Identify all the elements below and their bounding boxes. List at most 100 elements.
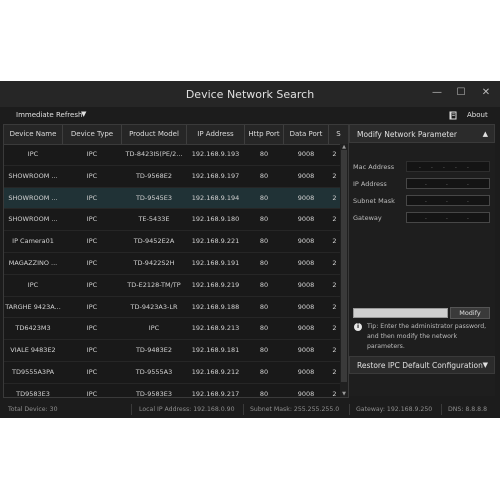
cell-ip-address: 192.168.9.212 xyxy=(191,367,240,376)
cell-ip-address: 192.168.9.221 xyxy=(191,237,240,246)
book-icon[interactable] xyxy=(449,111,457,120)
expand-icon[interactable]: ▼ xyxy=(483,361,488,369)
cell-data-port: 9008 xyxy=(297,258,315,267)
dns-status: DNS: 8.8.8.8 xyxy=(448,406,488,413)
table-row[interactable]: TD9555A3PA IPC TD-9555A3 192.168.9.212 80 900… xyxy=(4,362,340,384)
maximize-button[interactable]: ☐ xyxy=(449,81,473,105)
subnet-mask-label: Subnet Mask xyxy=(353,197,395,205)
column-header-product-model[interactable]: Product Model xyxy=(122,125,187,144)
cell-device-type: IPC xyxy=(86,150,98,158)
mac-address-label: Mac Address xyxy=(353,163,395,171)
modify-network-header[interactable]: Modify Network Parameter ▲ xyxy=(349,124,495,143)
cell-device-name: IP Camera01 xyxy=(12,237,54,246)
close-button[interactable]: ✕ xyxy=(474,81,498,105)
cell-device-name: SHOWROOM ... xyxy=(8,215,58,224)
cell-ip-address: 192.168.9.180 xyxy=(191,215,240,224)
cell-data-port: 9008 xyxy=(297,193,315,202)
table-row[interactable]: IPC IPC TD-8423IS(PE/2... 192.168.9.193 80 90… xyxy=(4,144,340,166)
gateway-field[interactable]: . . . xyxy=(406,212,490,223)
table-row[interactable]: TD6423M3 IPC IPC 192.168.9.213 80 9008 2 xyxy=(4,318,340,341)
status-divider xyxy=(349,404,350,415)
immediate-refresh-button[interactable]: Immediate Refresh xyxy=(16,111,82,119)
cell-device-type: IPC xyxy=(86,237,98,246)
mac-address-field: . . . . . xyxy=(406,161,490,172)
device-table: Device Name Device Type Product Model IP… xyxy=(3,124,349,398)
table-row[interactable]: IPC IPC TD-E2128-TM/TP 192.168.9.219 80 9008 2 xyxy=(4,275,340,297)
cell-data-port: 9008 xyxy=(297,280,315,289)
cell-ip-address: 192.168.9.197 xyxy=(191,171,240,180)
restore-default-header[interactable]: Restore IPC Default Configuration ▼ xyxy=(349,356,495,374)
cell-device-name: VIALE 9483E2 xyxy=(10,346,56,355)
cell-device-name: IPC xyxy=(27,150,39,158)
minimize-button[interactable]: — xyxy=(425,81,449,105)
collapse-icon[interactable]: ▲ xyxy=(483,130,488,138)
table-row[interactable]: SHOWROOM ... IPC TD-9568E2 192.168.9.197 80 9… xyxy=(4,166,340,188)
cell-device-name: TD9583E3 xyxy=(16,389,50,398)
cell-ip-address: 192.168.9.188 xyxy=(191,302,240,311)
cell-data-port: 9008 xyxy=(297,346,315,355)
cell-data-port: 9008 xyxy=(297,324,315,333)
subnet-mask-status: Subnet Mask: 255.255.255.0 xyxy=(250,406,340,413)
column-header-device-name[interactable]: Device Name xyxy=(4,125,63,144)
cell-http-port: 80 xyxy=(259,237,269,246)
cell-s: 2 xyxy=(332,171,337,180)
table-row[interactable]: VIALE 9483E2 IPC TD-9483E2 192.168.9.181 80 9… xyxy=(4,340,340,362)
scrollbar-thumb[interactable] xyxy=(341,150,347,382)
modify-button[interactable]: Modify xyxy=(450,307,490,319)
vertical-scrollbar[interactable]: ▲ ▼ xyxy=(340,144,348,397)
cell-s: 2 xyxy=(332,258,337,267)
cell-device-type: IPC xyxy=(86,258,98,267)
cell-data-port: 9008 xyxy=(297,237,315,246)
cell-http-port: 80 xyxy=(259,193,269,202)
cell-ip-address: 192.168.9.191 xyxy=(191,258,240,267)
subnet-mask-field[interactable]: . . . xyxy=(406,195,490,206)
cell-data-port: 9008 xyxy=(297,215,315,224)
table-row[interactable]: MAGAZZINO ... IPC TD-9422S2H 192.168.9.191 8… xyxy=(4,253,340,275)
cell-s: 2 xyxy=(332,193,337,202)
cell-device-type: IPC xyxy=(86,171,98,180)
column-header-ip-address[interactable]: IP Address xyxy=(187,125,245,144)
cell-http-port: 80 xyxy=(259,215,269,224)
password-input[interactable] xyxy=(353,308,448,318)
gateway-status: Gateway: 192.168.9.250 xyxy=(356,406,433,413)
cell-ip-address: 192.168.9.219 xyxy=(191,280,240,289)
ip-address-field[interactable]: . . . xyxy=(406,178,490,189)
cell-product-model: TD-9423A3-LR xyxy=(130,302,178,311)
about-button[interactable]: About xyxy=(467,111,488,119)
cell-product-model: TD-E2128-TM/TP xyxy=(127,280,181,289)
column-header-data-port[interactable]: Data Port xyxy=(284,125,329,144)
cell-device-name: SHOWROOM ... xyxy=(8,193,58,202)
cell-http-port: 80 xyxy=(259,346,269,355)
cell-device-type: IPC xyxy=(86,302,98,311)
title-bar: Device Network Search — ☐ ✕ xyxy=(0,81,500,107)
table-row[interactable]: TD9583E3 IPC TD-9583E3 192.168.9.217 80 9008 2 xyxy=(4,384,340,398)
cell-s: 2 xyxy=(332,324,337,333)
column-header-device-type[interactable]: Device Type xyxy=(63,125,122,144)
scroll-down-icon[interactable]: ▼ xyxy=(340,391,348,397)
cell-device-name: IPC xyxy=(27,280,39,289)
cell-product-model: TD-9555A3 xyxy=(135,367,173,376)
status-divider xyxy=(243,404,244,415)
column-header-s[interactable]: S xyxy=(329,125,348,144)
table-row[interactable]: SHOWROOM ... IPC TE-5433E 192.168.9.180 80 90… xyxy=(4,209,340,232)
cell-product-model: TD-9452E2A xyxy=(133,237,175,246)
cell-http-port: 80 xyxy=(259,150,269,158)
cell-ip-address: 192.168.9.193 xyxy=(191,150,240,158)
cell-data-port: 9008 xyxy=(297,302,315,311)
refresh-dropdown-arrow[interactable]: ▼ xyxy=(81,110,86,118)
column-header-http-port[interactable]: Http Port xyxy=(245,125,284,144)
gateway-label: Gateway xyxy=(353,214,382,222)
cell-s: 2 xyxy=(332,150,337,158)
cell-http-port: 80 xyxy=(259,171,269,180)
table-row[interactable]: IP Camera01 IPC TD-9452E2A 192.168.9.221 80 9… xyxy=(4,231,340,253)
status-divider xyxy=(441,404,442,415)
table-row[interactable]: TARGHE 9423A... IPC TD-9423A3-LR 192.168.9.… xyxy=(4,297,340,319)
cell-product-model: TD-9545E3 xyxy=(135,193,173,202)
modify-network-title: Modify Network Parameter xyxy=(357,130,457,139)
cell-s: 2 xyxy=(332,237,337,246)
table-row[interactable]: SHOWROOM ... IPC TD-9545E3 192.168.9.194 80 9… xyxy=(4,187,340,210)
cell-http-port: 80 xyxy=(259,367,269,376)
table-body: IPC IPC TD-8423IS(PE/2... 192.168.9.193 80 90… xyxy=(4,144,340,398)
cell-device-type: IPC xyxy=(86,346,98,355)
table-header: Device Name Device Type Product Model IP… xyxy=(4,125,348,145)
